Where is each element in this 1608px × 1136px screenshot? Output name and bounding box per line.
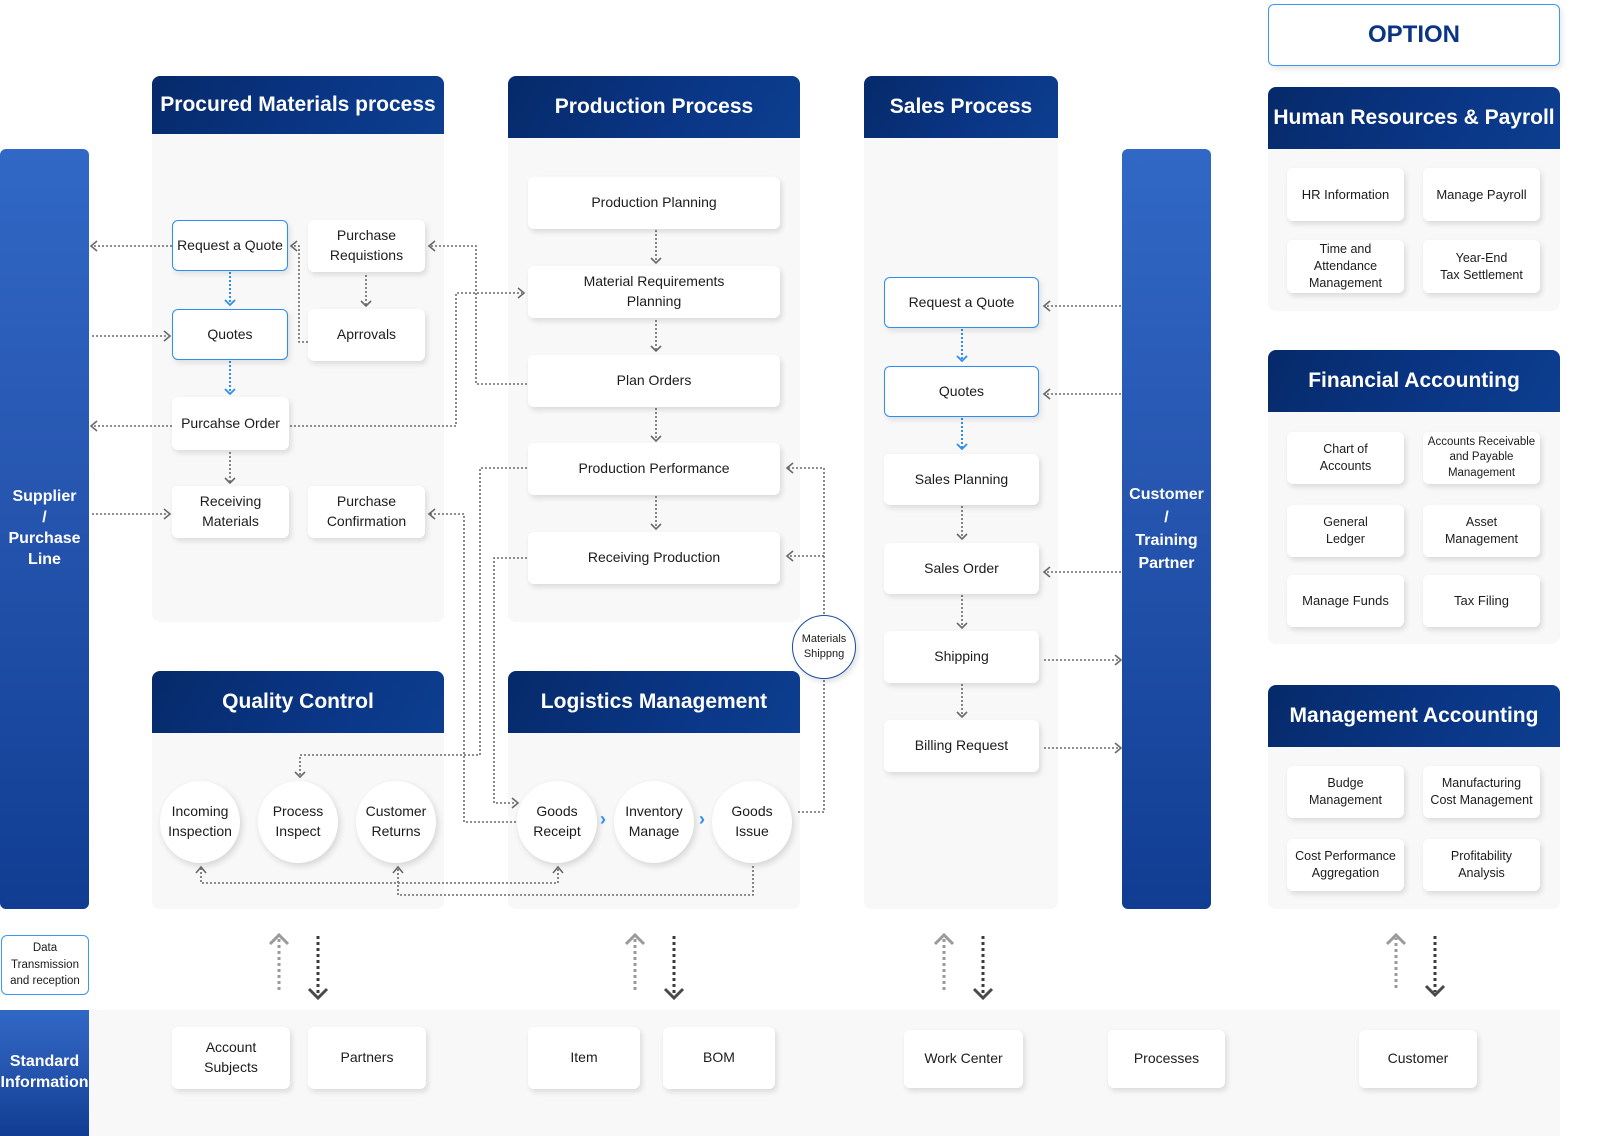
production-receiving[interactable]: Receiving Production bbox=[528, 532, 780, 584]
production-planning[interactable]: Production Planning bbox=[528, 177, 780, 229]
qc-incoming-inspection[interactable]: Incoming Inspection bbox=[160, 781, 240, 863]
production-plan-orders[interactable]: Plan Orders bbox=[528, 355, 780, 407]
transmission-arrows-3 bbox=[933, 932, 994, 1001]
standard-item-processes[interactable]: Processes bbox=[1108, 1030, 1225, 1088]
management-item[interactable]: Manufacturing Cost Management bbox=[1423, 766, 1540, 818]
standard-item-customer[interactable]: Customer bbox=[1359, 1030, 1477, 1088]
sales-order[interactable]: Sales Order bbox=[884, 543, 1039, 594]
production-performance[interactable]: Production Performance bbox=[528, 443, 780, 495]
transmission-arrows-1 bbox=[268, 932, 329, 1001]
transmission-arrows-4 bbox=[1385, 932, 1446, 998]
materials-shipping-node[interactable]: Materials Shippng bbox=[792, 615, 856, 679]
financial-item[interactable]: General Ledger bbox=[1287, 505, 1404, 557]
production-title: Production Process bbox=[508, 76, 800, 138]
standard-item-bom[interactable]: BOM bbox=[663, 1027, 775, 1089]
financial-item[interactable]: Manage Funds bbox=[1287, 575, 1404, 627]
management-item[interactable]: Profitability Analysis bbox=[1423, 839, 1540, 891]
option-button[interactable]: OPTION bbox=[1268, 4, 1560, 66]
procured-purchase-order[interactable]: Purcahse Order bbox=[172, 397, 289, 450]
standard-information-label: Standard Information bbox=[0, 1010, 89, 1136]
hr-item[interactable]: Year-End Tax Settlement bbox=[1423, 240, 1540, 293]
sales-quotes[interactable]: Quotes bbox=[884, 366, 1039, 417]
procured-purchase-requisitions[interactable]: Purchase Requistions bbox=[308, 220, 425, 272]
procured-receiving-materials[interactable]: Receiving Materials bbox=[172, 486, 289, 538]
data-transmission-legend: Data Transmission and reception bbox=[1, 935, 89, 995]
flow-chevron-icon: › bbox=[600, 809, 606, 829]
financial-item[interactable]: Asset Management bbox=[1423, 505, 1540, 557]
sales-planning[interactable]: Sales Planning bbox=[884, 454, 1039, 505]
supplier-purchase-line-bar: Supplier / Purchase Line bbox=[0, 149, 89, 909]
quality-title: Quality Control bbox=[152, 671, 444, 733]
standard-item-work-center[interactable]: Work Center bbox=[904, 1030, 1023, 1088]
hr-item[interactable]: HR Information bbox=[1287, 168, 1404, 221]
sales-panel bbox=[864, 138, 1058, 909]
procured-materials-title: Procured Materials process bbox=[152, 76, 444, 134]
sales-billing-request[interactable]: Billing Request bbox=[884, 720, 1039, 772]
flow-chevron-icon: › bbox=[699, 809, 705, 829]
logistics-goods-issue[interactable]: Goods Issue bbox=[712, 781, 792, 863]
standard-item-item[interactable]: Item bbox=[528, 1027, 640, 1089]
qc-customer-returns[interactable]: Customer Returns bbox=[356, 781, 436, 863]
procured-approvals[interactable]: Aprrovals bbox=[308, 309, 425, 361]
qc-process-inspect[interactable]: Process Inspect bbox=[258, 781, 338, 863]
sales-shipping[interactable]: Shipping bbox=[884, 631, 1039, 683]
sales-request-quote[interactable]: Request a Quote bbox=[884, 277, 1039, 328]
management-item[interactable]: Budge Management bbox=[1287, 766, 1404, 818]
procured-materials-panel bbox=[152, 134, 444, 622]
hr-title: Human Resources & Payroll bbox=[1268, 87, 1560, 149]
hr-item[interactable]: Time and Attendance Management bbox=[1287, 240, 1404, 293]
logistics-goods-receipt[interactable]: Goods Receipt bbox=[517, 781, 597, 863]
management-title: Management Accounting bbox=[1268, 685, 1560, 747]
transmission-arrows-2 bbox=[624, 932, 685, 1001]
financial-title: Financial Accounting bbox=[1268, 350, 1560, 412]
procured-purchase-confirmation[interactable]: Purchase Confirmation bbox=[308, 486, 425, 538]
sales-title: Sales Process bbox=[864, 76, 1058, 138]
hr-item[interactable]: Manage Payroll bbox=[1423, 168, 1540, 221]
production-mrp[interactable]: Material Requirements Planning bbox=[528, 266, 780, 318]
management-item[interactable]: Cost Performance Aggregation bbox=[1287, 839, 1404, 891]
procured-quotes[interactable]: Quotes bbox=[172, 309, 288, 360]
financial-item[interactable]: Tax Filing bbox=[1423, 575, 1540, 627]
customer-training-partner-bar: Customer / Training Partner bbox=[1122, 149, 1211, 909]
logistics-title: Logistics Management bbox=[508, 671, 800, 733]
standard-item-partners[interactable]: Partners bbox=[308, 1027, 426, 1089]
financial-item[interactable]: Chart of Accounts bbox=[1287, 432, 1404, 484]
procured-request-quote[interactable]: Request a Quote bbox=[172, 220, 288, 271]
financial-item[interactable]: Accounts Receivable and Payable Manageme… bbox=[1423, 432, 1540, 484]
standard-item-account-subjects[interactable]: Account Subjects bbox=[172, 1027, 290, 1089]
logistics-inventory-manage[interactable]: Inventory Manage bbox=[614, 781, 694, 863]
